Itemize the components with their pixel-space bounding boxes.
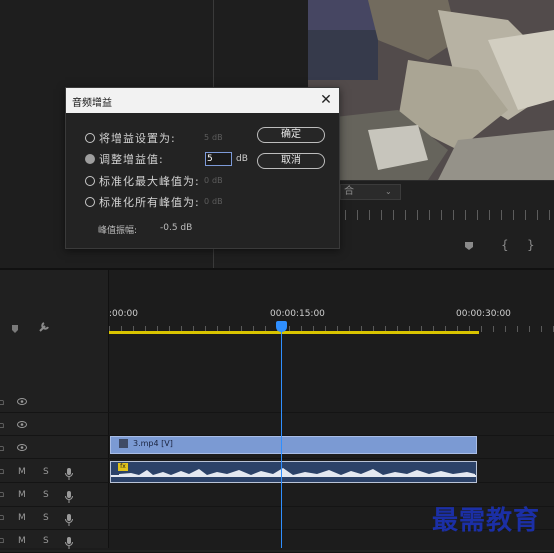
normalize-all-value: 0 bbox=[204, 197, 210, 206]
microphone-icon[interactable] bbox=[65, 488, 73, 507]
solo-button[interactable]: S bbox=[43, 490, 49, 500]
cancel-button[interactable]: 取消 bbox=[257, 153, 325, 169]
playhead-handle[interactable] bbox=[276, 321, 287, 332]
audio-clip[interactable] bbox=[110, 461, 477, 483]
out-point-icon[interactable]: } bbox=[527, 238, 535, 252]
work-area-bar[interactable] bbox=[109, 331, 479, 334]
time-label-30s: 00:00:30:00 bbox=[456, 309, 511, 319]
sync-lock-icon[interactable]: ▫ bbox=[0, 490, 4, 500]
microphone-icon[interactable] bbox=[65, 511, 73, 530]
playhead-line bbox=[281, 322, 282, 548]
dialog-title: 音频增益 bbox=[72, 98, 112, 109]
adjust-gain-input[interactable]: 5 bbox=[205, 152, 232, 166]
radio-normalize-all-peaks[interactable] bbox=[85, 197, 95, 207]
close-icon[interactable]: ✕ bbox=[318, 91, 334, 109]
chevron-down-icon: ⌄ bbox=[385, 187, 392, 196]
set-gain-unit: dB bbox=[212, 133, 223, 142]
monitor-time-ruler[interactable] bbox=[345, 210, 550, 220]
time-label-15s: 00:00:15:00 bbox=[270, 309, 325, 319]
audio-gain-dialog: 音频增益 ✕ 将增益设置为: 5 dB 调整增益值: 5 dB 标准化最大峰值为… bbox=[65, 87, 340, 249]
microphone-icon[interactable] bbox=[65, 465, 73, 484]
peak-amplitude-label: 峰值振幅: bbox=[98, 226, 138, 236]
radio-set-gain[interactable] bbox=[85, 133, 95, 143]
fx-icon bbox=[119, 439, 128, 448]
option-normalize-max-label: 标准化最大峰值为: bbox=[99, 175, 200, 188]
sync-lock-icon[interactable]: ▫ bbox=[0, 398, 4, 408]
mute-button[interactable]: M bbox=[18, 467, 26, 477]
sync-lock-icon[interactable]: ▫ bbox=[0, 444, 4, 454]
adjust-gain-unit: dB bbox=[236, 154, 248, 164]
microphone-icon[interactable] bbox=[65, 534, 73, 553]
normalize-all-unit: dB bbox=[212, 197, 223, 206]
in-point-icon[interactable]: { bbox=[501, 238, 509, 252]
mute-button[interactable]: M bbox=[18, 513, 26, 523]
peak-amplitude-value: -0.5 dB bbox=[160, 223, 193, 233]
watermark-text: 最需教育 bbox=[432, 506, 541, 536]
eye-icon[interactable] bbox=[17, 421, 27, 431]
mute-button[interactable]: M bbox=[18, 490, 26, 500]
sync-lock-icon[interactable]: ▫ bbox=[0, 421, 4, 431]
sync-lock-icon[interactable]: ▫ bbox=[0, 467, 4, 477]
video-clip-label: 3.mp4 [V] bbox=[133, 439, 173, 448]
marker-icon[interactable] bbox=[464, 240, 474, 254]
option-adjust-gain-label: 调整增益值: bbox=[99, 153, 164, 166]
solo-button[interactable]: S bbox=[43, 513, 49, 523]
set-gain-value: 5 bbox=[204, 133, 210, 142]
video-track-row bbox=[0, 413, 554, 436]
option-normalize-all-label: 标准化所有峰值为: bbox=[99, 196, 200, 209]
eye-icon[interactable] bbox=[17, 444, 27, 454]
video-track-row bbox=[0, 390, 554, 413]
dropdown-value: 合 bbox=[344, 186, 354, 197]
wrench-icon[interactable] bbox=[38, 318, 52, 337]
snap-marker-icon[interactable] bbox=[10, 319, 20, 338]
solo-button[interactable]: S bbox=[43, 467, 49, 477]
playback-resolution-dropdown[interactable]: 合 ⌄ bbox=[340, 184, 401, 200]
normalize-max-unit: dB bbox=[212, 176, 223, 185]
program-monitor-video bbox=[308, 0, 554, 180]
sync-lock-icon[interactable]: ▫ bbox=[0, 536, 4, 546]
eye-icon[interactable] bbox=[17, 398, 27, 408]
normalize-max-value: 0 bbox=[204, 176, 210, 185]
ok-button[interactable]: 确定 bbox=[257, 127, 325, 143]
time-label-start: :00:00 bbox=[109, 309, 138, 319]
radio-adjust-gain[interactable] bbox=[85, 154, 95, 164]
fx-badge: fx bbox=[118, 463, 128, 471]
radio-normalize-max-peak[interactable] bbox=[85, 176, 95, 186]
sync-lock-icon[interactable]: ▫ bbox=[0, 513, 4, 523]
option-set-gain-label: 将增益设置为: bbox=[99, 132, 176, 145]
mute-button[interactable]: M bbox=[18, 536, 26, 546]
solo-button[interactable]: S bbox=[43, 536, 49, 546]
